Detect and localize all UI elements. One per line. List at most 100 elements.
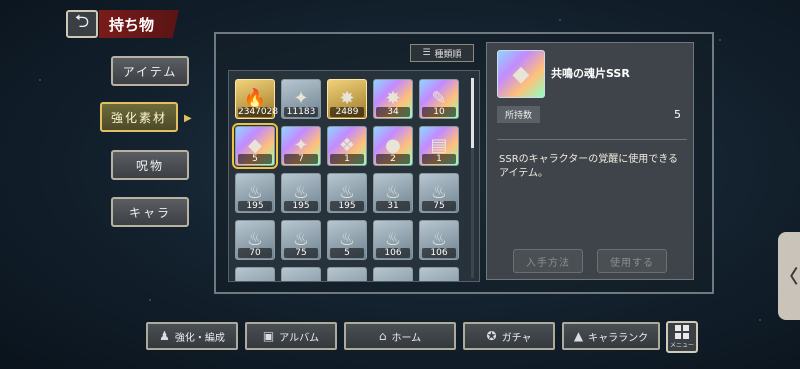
side-nav-materials[interactable]: 強化素材 — [100, 102, 178, 132]
back-button[interactable]: ⮌ — [66, 10, 98, 38]
blue-flame-icon: ♨ — [292, 229, 310, 250]
inventory-item[interactable]: ♨ 195 — [235, 173, 275, 213]
nav-gacha[interactable]: ✪ ガチャ — [463, 322, 555, 350]
inventory-item[interactable] — [373, 267, 413, 281]
item-count: 106 — [422, 248, 456, 258]
rank-icon: ▲ — [573, 329, 584, 343]
inventory-item[interactable]: ♨ 75 — [419, 173, 459, 213]
item-count: 1 — [330, 154, 364, 164]
owned-value: 5 — [674, 107, 681, 121]
inventory-item[interactable]: ◆ 5 — [232, 123, 278, 169]
nav-label: ガチャ — [501, 332, 532, 344]
owned-label: 所持数 — [497, 105, 541, 123]
red-flame-icon: ♨ — [246, 182, 264, 203]
inventory-item[interactable]: ❖ 1 — [327, 126, 367, 166]
item-count: 7 — [284, 154, 318, 164]
rainbow-gem-icon: ❖ — [338, 135, 356, 156]
side-nav-items[interactable]: アイテム — [111, 56, 189, 86]
inventory-item[interactable]: 🔥 2347028 — [235, 79, 278, 119]
scroll-thumb[interactable] — [471, 78, 474, 148]
divider — [497, 139, 687, 140]
nav-label: キャラランク — [588, 332, 649, 344]
item-count: 75 — [284, 248, 318, 258]
item-count: 31 — [376, 201, 410, 211]
nav-label: ホーム — [391, 332, 422, 344]
gold-crystal-icon: ✸ — [339, 88, 355, 109]
item-grid: 🔥 2347028 ✦ 11183 ✸ 2489 ✸ 34 ✎ 10 ◆ 5 ✦ 7 ❖ 1 ● 2 ▤ 1 ♨ 195 ♨… — [232, 79, 459, 281]
menu-button[interactable]: メニュー — [666, 321, 698, 353]
inventory-item[interactable] — [327, 267, 367, 281]
item-name: 共鳴の魂片SSR — [551, 67, 630, 80]
item-count: 106 — [376, 248, 410, 258]
item-count: 70 — [238, 248, 272, 258]
item-grid-panel: 🔥 2347028 ✦ 11183 ✸ 2489 ✸ 34 ✎ 10 ◆ 5 ✦ 7 ❖ 1 ● 2 ▤ 1 ♨ 195 ♨… — [228, 70, 480, 282]
side-nav-cursed[interactable]: 呪物 — [111, 150, 189, 180]
inventory-item[interactable]: ♨ 75 — [281, 220, 321, 260]
item-count: 11183 — [284, 107, 318, 117]
nav-enhance-formation[interactable]: ♟ 強化・編成 — [146, 322, 238, 350]
sort-label: 種類順 — [434, 49, 462, 60]
nav-album[interactable]: ▣ アルバム — [245, 322, 337, 350]
soul-shard-icon: ◆ — [248, 135, 262, 156]
page-title: 持ち物 — [99, 10, 179, 38]
soul-shard-icon: ◆ — [497, 50, 545, 98]
blue-flame-icon: ♨ — [430, 182, 448, 203]
rainbow-crystal-icon: ✸ — [385, 88, 401, 109]
item-count: 75 — [422, 201, 456, 211]
inventory-item[interactable]: ✸ 34 — [373, 79, 413, 119]
inventory-item[interactable] — [419, 267, 459, 281]
nav-label: 強化・編成 — [174, 332, 225, 344]
crystal-cluster-icon: ✦ — [293, 88, 309, 109]
acquire-method-button[interactable]: 入手方法 — [513, 249, 583, 273]
sort-icon: ☰ — [422, 48, 431, 58]
blue-flame-icon: ♨ — [338, 229, 356, 250]
item-count: 195 — [238, 201, 272, 211]
side-drawer-tab[interactable]: 〈 — [778, 232, 800, 320]
use-button[interactable]: 使用する — [597, 249, 667, 273]
item-count: 195 — [330, 201, 364, 211]
inventory-item[interactable]: ● 2 — [373, 126, 413, 166]
gacha-icon: ✪ — [486, 329, 497, 343]
item-count: 5 — [238, 154, 272, 164]
back-arrow-icon: ⮌ — [74, 11, 90, 32]
inventory-item[interactable] — [281, 267, 321, 281]
inventory-item[interactable]: ♨ 195 — [281, 173, 321, 213]
red-flame-icon: ♨ — [338, 182, 356, 203]
inventory-item[interactable]: ♨ 70 — [235, 220, 275, 260]
inventory-item[interactable]: ▤ 1 — [419, 126, 459, 166]
item-detail-panel: ◆ 共鳴の魂片SSR 所持数 5 SSRのキャラクターの覚醒に使用できるアイテム… — [486, 42, 694, 280]
side-nav-characters[interactable]: キャラ — [111, 197, 189, 227]
nav-label: アルバム — [279, 332, 320, 344]
blue-flame-icon: ♨ — [246, 229, 264, 250]
bottom-nav: ♟ 強化・編成 ▣ アルバム ⌂ ホーム ✪ ガチャ ▲ キャラランク — [146, 322, 660, 350]
nav-home[interactable]: ⌂ ホーム — [344, 322, 456, 350]
inventory-item[interactable]: ♨ 106 — [419, 220, 459, 260]
grid-menu-icon — [675, 325, 689, 339]
inventory-item[interactable]: ✦ 11183 — [281, 79, 321, 119]
nav-character-rank[interactable]: ▲ キャラランク — [562, 322, 660, 350]
active-indicator-icon: ▶ — [184, 113, 192, 124]
rainbow-card-icon: ▤ — [430, 135, 448, 156]
item-grid-scrollbar[interactable] — [471, 78, 474, 278]
red-flame-icon: ♨ — [384, 182, 402, 203]
album-icon: ▣ — [262, 329, 275, 343]
team-icon: ♟ — [159, 329, 170, 343]
green-flame-icon: ♨ — [384, 229, 402, 250]
inventory-item[interactable]: ✦ 7 — [281, 126, 321, 166]
inventory-item[interactable]: ♨ 106 — [373, 220, 413, 260]
rainbow-feather-icon: ✎ — [431, 88, 447, 109]
item-count: 2 — [376, 154, 410, 164]
shard-cluster-icon: ✦ — [293, 135, 309, 156]
rainbow-orb-icon: ● — [385, 135, 401, 156]
owned-row: 所持数 5 — [497, 105, 687, 123]
item-count: 10 — [422, 107, 456, 117]
inventory-item[interactable]: ✸ 2489 — [327, 79, 367, 119]
item-description: SSRのキャラクターの覚醒に使用できるアイテム。 — [499, 154, 679, 179]
item-count: 5 — [330, 248, 364, 258]
inventory-item[interactable]: ♨ 31 — [373, 173, 413, 213]
inventory-item[interactable]: ♨ 195 — [327, 173, 367, 213]
sort-button[interactable]: ☰ 種類順 — [410, 44, 474, 62]
inventory-item[interactable]: ✎ 10 — [419, 79, 459, 119]
inventory-item[interactable]: ♨ 5 — [327, 220, 367, 260]
inventory-item[interactable] — [235, 267, 275, 281]
